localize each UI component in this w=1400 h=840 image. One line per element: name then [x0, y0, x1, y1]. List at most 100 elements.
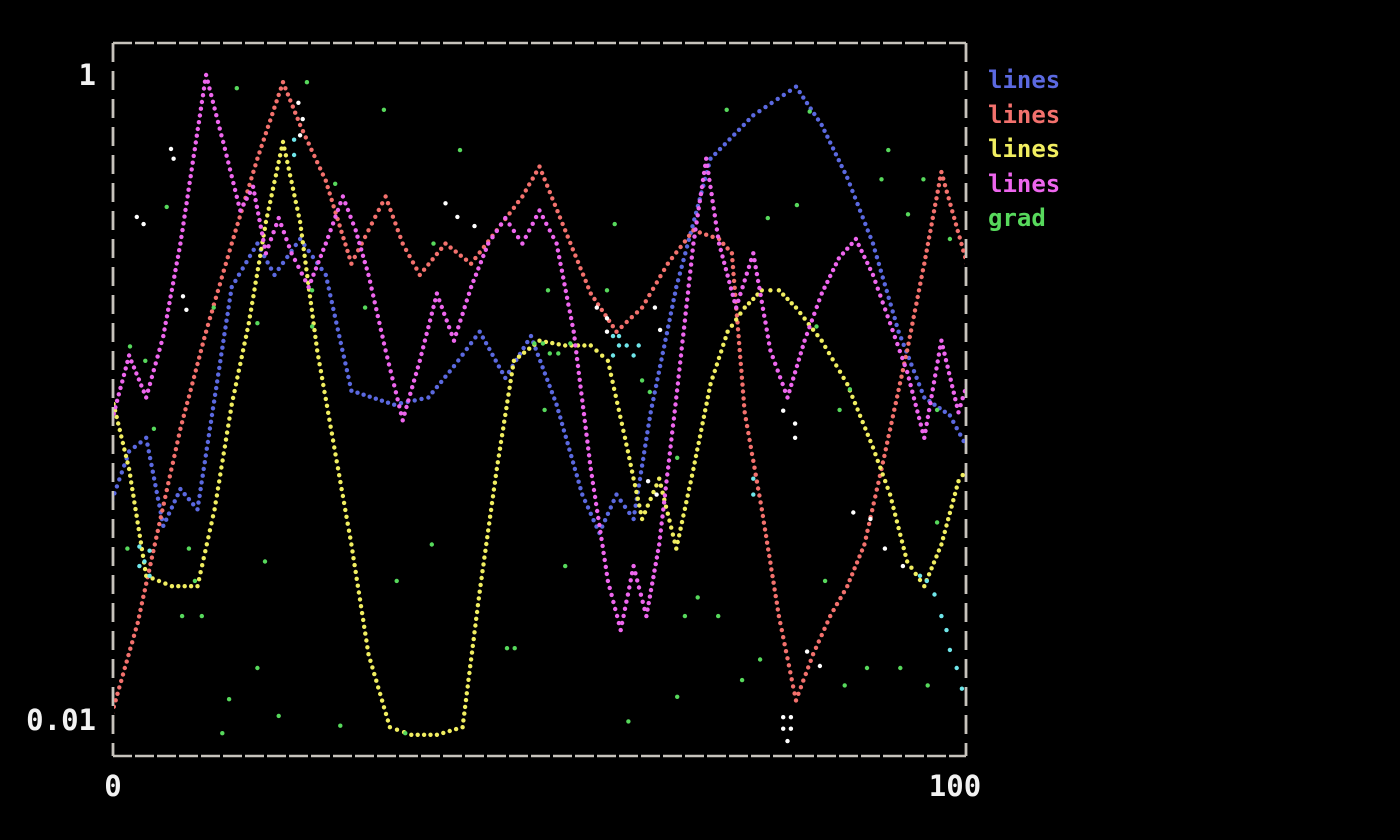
data-point	[747, 438, 751, 442]
data-point	[901, 368, 905, 372]
data-point	[643, 443, 647, 447]
data-point	[200, 100, 204, 104]
data-point	[187, 546, 191, 550]
data-point	[563, 343, 567, 347]
data-point	[665, 472, 669, 476]
data-point	[147, 569, 151, 573]
data-point	[328, 425, 332, 429]
data-point	[274, 99, 278, 103]
data-point	[921, 177, 925, 181]
data-point	[916, 295, 920, 299]
data-point	[157, 522, 161, 526]
data-point	[487, 521, 491, 525]
data-point	[927, 235, 931, 239]
data-point	[709, 192, 713, 196]
data-point	[630, 469, 634, 473]
data-point	[572, 336, 576, 340]
data-point	[174, 447, 178, 451]
data-point	[279, 223, 283, 227]
data-point	[893, 335, 897, 339]
data-point	[369, 286, 373, 290]
data-point	[252, 191, 256, 195]
data-point	[220, 731, 224, 735]
data-point	[671, 423, 675, 427]
data-point	[716, 614, 720, 618]
data-point	[714, 220, 718, 224]
data-point	[295, 207, 299, 211]
data-point	[678, 360, 682, 364]
data-point	[828, 140, 832, 144]
data-point	[145, 442, 149, 446]
data-point	[604, 565, 608, 569]
data-point	[720, 254, 724, 258]
data-point	[878, 466, 882, 470]
data-point	[879, 177, 883, 181]
data-point	[271, 187, 275, 191]
data-point	[154, 361, 158, 365]
data-point	[948, 511, 952, 515]
data-point	[349, 262, 353, 266]
data-point	[468, 664, 472, 668]
data-point	[196, 127, 200, 131]
data-point	[895, 342, 899, 346]
data-point	[570, 323, 574, 327]
data-point	[589, 512, 593, 516]
data-point	[388, 725, 392, 729]
data-point	[534, 170, 538, 174]
data-point	[669, 437, 673, 441]
data-point	[368, 659, 372, 663]
data-point	[556, 248, 560, 252]
data-point	[326, 235, 330, 239]
data-point	[939, 614, 943, 618]
data-point	[885, 441, 889, 445]
data-point	[638, 477, 642, 481]
data-point	[373, 215, 377, 219]
data-point	[664, 486, 668, 490]
data-point	[311, 255, 315, 259]
data-point	[229, 292, 233, 296]
data-point	[736, 327, 740, 331]
data-point	[541, 341, 545, 345]
data-point	[818, 664, 822, 668]
data-point	[809, 659, 813, 663]
data-point	[680, 339, 684, 343]
data-point	[771, 355, 775, 359]
data-point	[137, 614, 141, 618]
data-point	[454, 249, 458, 253]
data-point	[169, 147, 173, 151]
data-point	[346, 375, 350, 379]
data-point	[701, 178, 705, 182]
data-point	[914, 572, 918, 576]
data-point	[209, 420, 213, 424]
data-point	[288, 98, 292, 102]
data-point	[888, 321, 892, 325]
data-point	[297, 213, 301, 217]
data-point	[766, 547, 770, 551]
data-point	[456, 358, 460, 362]
data-point	[223, 444, 227, 448]
legend-item-lines-yellow: lines	[988, 132, 1060, 167]
data-point	[137, 377, 141, 381]
data-point	[134, 627, 138, 631]
data-point	[615, 614, 619, 618]
data-point	[208, 528, 212, 532]
data-point	[685, 244, 689, 248]
data-point	[687, 487, 691, 491]
data-point	[490, 353, 494, 357]
data-point	[493, 481, 497, 485]
data-point	[558, 262, 562, 266]
data-point	[355, 577, 359, 581]
data-point	[307, 249, 311, 253]
x-axis-tick-100: 100	[895, 772, 1015, 801]
data-point	[687, 238, 691, 242]
data-point	[193, 147, 197, 151]
data-point	[866, 228, 870, 232]
data-point	[876, 287, 880, 291]
data-point	[238, 362, 242, 366]
data-point	[746, 118, 750, 122]
data-point	[255, 666, 259, 670]
data-point	[159, 515, 163, 519]
data-point	[848, 387, 852, 391]
data-point	[756, 486, 760, 490]
data-point	[306, 285, 310, 289]
